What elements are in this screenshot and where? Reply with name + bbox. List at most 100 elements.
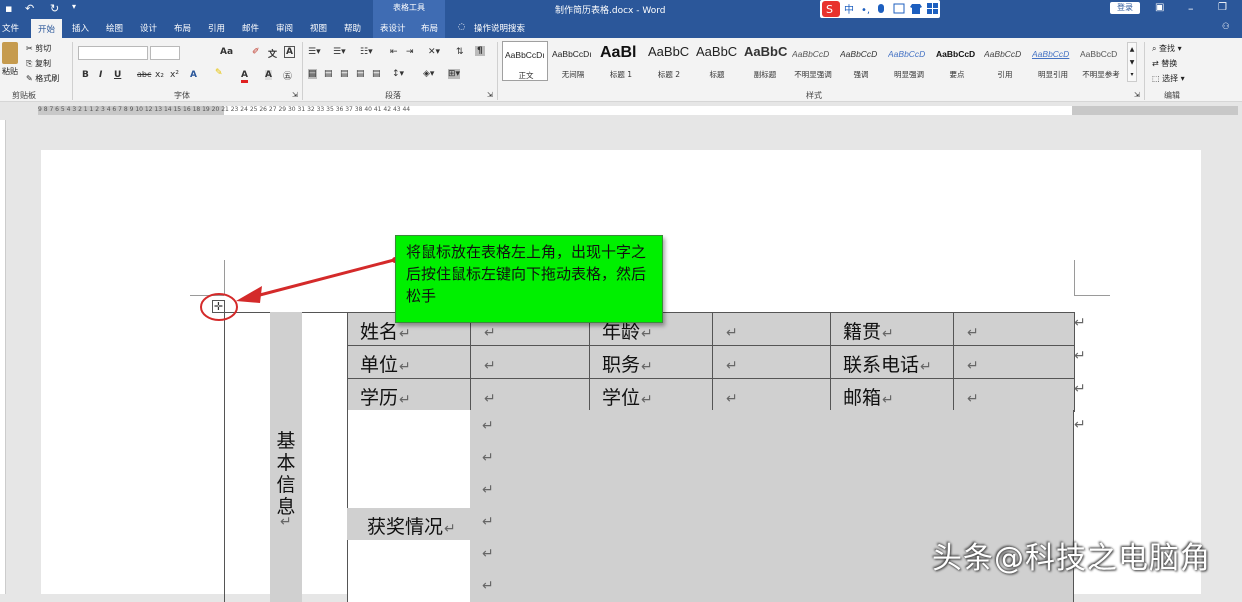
table-cell[interactable]: ↵ — [470, 378, 590, 412]
tab-review[interactable]: 审阅 — [276, 22, 293, 34]
styles-scroll-up-icon[interactable]: ▲ — [1128, 43, 1136, 56]
show-marks-icon[interactable]: ¶ — [475, 46, 485, 56]
style-item[interactable]: AaBbC 副标题 — [742, 41, 788, 81]
char-shading-icon[interactable]: A — [265, 70, 272, 80]
award-label-cell[interactable] — [347, 410, 471, 602]
tab-references[interactable]: 引用 — [208, 22, 225, 34]
table-cell[interactable]: 单位↵ — [347, 345, 471, 379]
table-cell[interactable]: ↵ — [470, 345, 590, 379]
style-item[interactable]: AaBbCcD 引用 — [982, 41, 1028, 81]
styles-scroll-down-icon[interactable]: ▼ — [1128, 56, 1136, 69]
phonetic-icon[interactable]: 文 — [268, 47, 277, 60]
redo-icon[interactable]: ↻ — [50, 2, 59, 15]
superscript-button[interactable]: x² — [170, 70, 179, 80]
underline-button[interactable]: U — [114, 70, 121, 80]
table-cell[interactable]: 学历↵ — [347, 378, 471, 412]
style-item[interactable]: AaBbC 标题 2 — [646, 41, 692, 81]
align-right-icon[interactable]: ▤ — [340, 69, 349, 79]
find-button[interactable]: ⌕ 查找 ▾ — [1152, 43, 1182, 54]
ime-toolbar[interactable]: S 中 •, — [820, 0, 940, 18]
table-cell[interactable]: ↵ — [953, 378, 1075, 412]
tab-mailings[interactable]: 邮件 — [242, 22, 259, 34]
strikethrough-button[interactable]: abc — [137, 70, 151, 79]
tab-table-layout[interactable]: 布局 — [421, 22, 438, 34]
tab-draw[interactable]: 绘图 — [106, 22, 123, 34]
select-button[interactable]: ⬚ 选择 ▾ — [1152, 73, 1185, 84]
format-painter-button[interactable]: ✎ 格式刷 — [26, 73, 59, 84]
font-size-dropdown[interactable] — [150, 46, 180, 60]
tab-table-design[interactable]: 表设计 — [380, 22, 406, 34]
font-dialog-launcher-icon[interactable]: ⇲ — [292, 91, 298, 99]
highlight-icon[interactable]: ✎ — [215, 68, 223, 78]
restore-icon[interactable]: ❐ — [1218, 2, 1227, 13]
table-cell[interactable]: 学位↵ — [589, 378, 713, 412]
line-spacing-icon[interactable]: ↕▾ — [392, 69, 404, 79]
style-item[interactable]: AaBbCcD 要点 — [934, 41, 980, 81]
styles-scroll[interactable]: ▲ ▼ ▾ — [1127, 42, 1137, 82]
copy-button[interactable]: ⎘ 复制 — [26, 58, 51, 69]
table-cell[interactable]: ↵ — [953, 312, 1075, 346]
style-item[interactable]: AaBbCcDı 无间隔 — [550, 41, 596, 81]
clear-format-icon[interactable]: ✐ — [252, 47, 260, 57]
increase-indent-icon[interactable]: ⇥ — [406, 47, 414, 57]
table-cell[interactable]: 职务↵ — [589, 345, 713, 379]
replace-button[interactable]: ⇄ 替换 — [1152, 58, 1177, 69]
table-cell[interactable]: 邮箱↵ — [830, 378, 954, 412]
ribbon-display-icon[interactable]: ▣ — [1155, 2, 1164, 13]
paste-icon[interactable] — [2, 42, 18, 64]
text-effects-icon[interactable]: A — [190, 70, 197, 80]
paragraph-dialog-launcher-icon[interactable]: ⇲ — [487, 91, 493, 99]
font-name-dropdown[interactable] — [78, 46, 148, 60]
tab-insert[interactable]: 插入 — [72, 22, 89, 34]
decrease-indent-icon[interactable]: ⇤ — [390, 47, 398, 57]
customize-qat-icon[interactable]: ▾ — [72, 2, 76, 11]
numbering-icon[interactable]: ☰▾ — [333, 47, 346, 57]
vertical-ruler[interactable] — [0, 120, 6, 594]
table-cell[interactable]: ↵ — [712, 345, 831, 379]
cut-button[interactable]: ✂ 剪切 — [26, 43, 51, 54]
paste-button[interactable]: 粘贴 — [2, 66, 18, 77]
align-left-icon[interactable]: ▤ — [308, 69, 317, 79]
font-color-icon[interactable]: A — [241, 70, 248, 83]
subscript-button[interactable]: x₂ — [155, 70, 164, 80]
bold-button[interactable]: B — [82, 70, 89, 80]
borders-icon[interactable]: ⊞▾ — [448, 69, 461, 79]
table-cell[interactable]: ↵ — [712, 378, 831, 412]
minimize-icon[interactable]: – — [1188, 2, 1194, 15]
italic-button[interactable]: I — [99, 70, 102, 80]
bullets-icon[interactable]: ☰▾ — [308, 47, 321, 57]
style-item[interactable]: AaBbCcD 不明显参考 — [1078, 41, 1124, 81]
tab-design[interactable]: 设计 — [140, 22, 157, 34]
distributed-icon[interactable]: ▤ — [372, 69, 381, 79]
shading-icon[interactable]: ◈▾ — [423, 69, 434, 79]
styles-dialog-launcher-icon[interactable]: ⇲ — [1134, 91, 1140, 99]
undo-icon[interactable]: ↶ — [25, 2, 34, 15]
enclose-char-icon[interactable]: ㊄ — [283, 69, 292, 82]
align-center-icon[interactable]: ▤ — [324, 69, 333, 79]
tab-help[interactable]: 帮助 — [344, 22, 361, 34]
table-cell[interactable]: 籍贯↵ — [830, 312, 954, 346]
save-icon[interactable]: ▪ — [5, 2, 12, 15]
char-border-icon[interactable]: A — [284, 46, 295, 58]
table-move-handle-icon[interactable]: ✛ — [212, 300, 225, 313]
tell-me-search[interactable]: 操作说明搜索 — [474, 22, 525, 34]
tab-home[interactable]: 开始 — [31, 19, 63, 38]
font-case-button[interactable]: Aa — [220, 47, 233, 57]
chinese-layout-icon[interactable]: ✕▾ — [428, 47, 440, 57]
tab-view[interactable]: 视图 — [310, 22, 327, 34]
horizontal-ruler[interactable]: 9 8 7 6 5 4 3 2 1 1 2 3 4 6 7 8 9 10 12 … — [0, 103, 1242, 117]
login-button[interactable]: 登录 — [1110, 2, 1140, 14]
style-item[interactable]: AaBbCcD 不明显强调 — [790, 41, 836, 81]
style-item[interactable]: AaBl 标题 1 — [598, 41, 644, 81]
style-item[interactable]: AaBbCcD 明显引用 — [1030, 41, 1076, 81]
tab-layout[interactable]: 布局 — [174, 22, 191, 34]
multilevel-list-icon[interactable]: ☷▾ — [360, 47, 373, 57]
style-item[interactable]: AaBbCcD 强调 — [838, 41, 884, 81]
table-cell[interactable]: ↵ — [953, 345, 1075, 379]
justify-icon[interactable]: ▤ — [356, 69, 365, 79]
tab-file[interactable]: 文件 — [2, 22, 19, 34]
table-cell[interactable]: 联系电话↵ — [830, 345, 954, 379]
styles-more-icon[interactable]: ▾ — [1128, 69, 1136, 81]
sort-icon[interactable]: ⇅ — [456, 47, 464, 57]
style-item[interactable]: AaBbCcDı 正文 — [502, 41, 548, 81]
